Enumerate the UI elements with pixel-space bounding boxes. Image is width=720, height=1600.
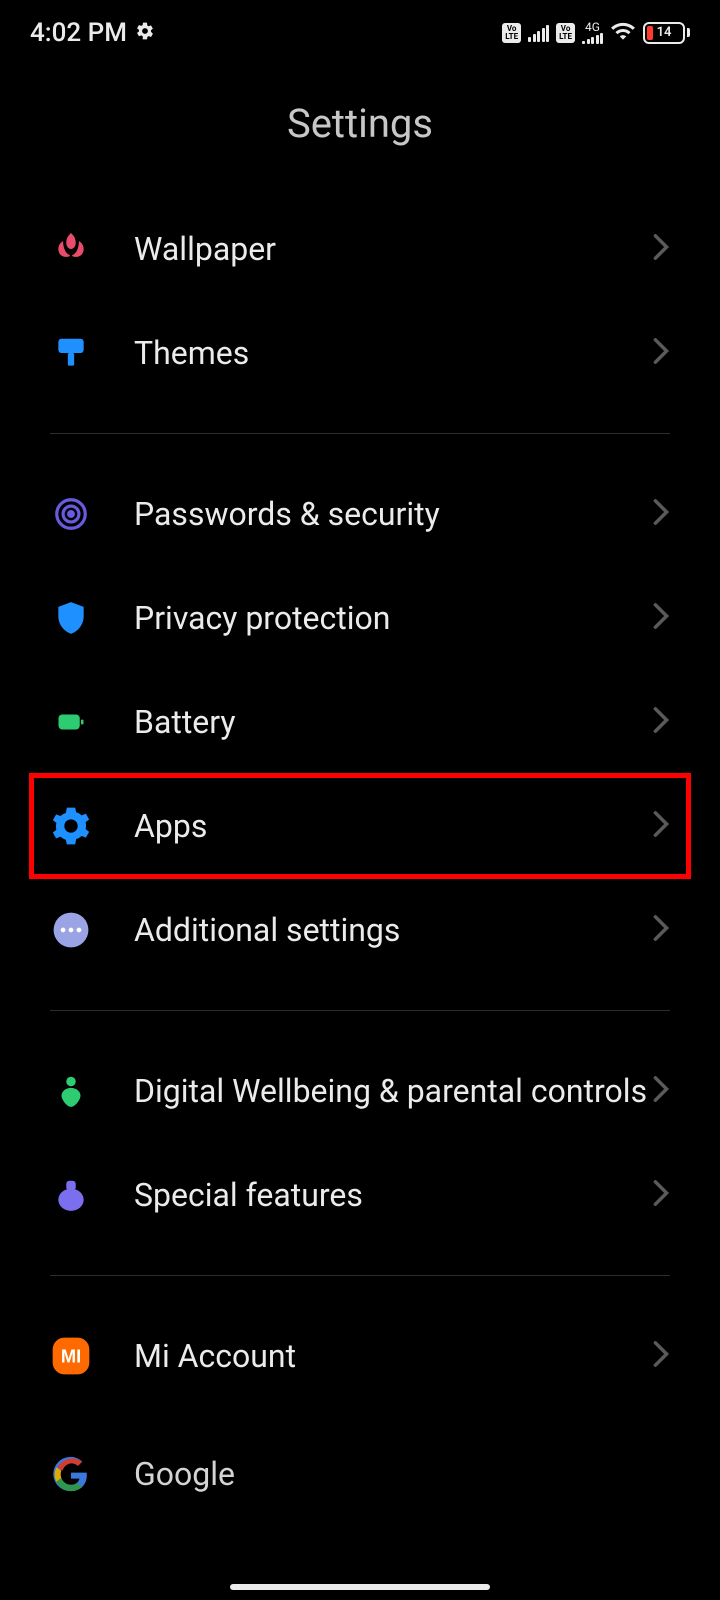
settings-group: Wallpaper Themes (0, 197, 720, 405)
item-label: Additional settings (134, 911, 652, 949)
item-label: Privacy protection (134, 599, 652, 637)
item-digital-wellbeing[interactable]: Digital Wellbeing & parental controls (0, 1039, 720, 1143)
item-label: Digital Wellbeing & parental controls (134, 1072, 652, 1110)
chevron-right-icon (652, 706, 670, 738)
chevron-right-icon (652, 810, 670, 842)
status-left: 4:02 PM (30, 18, 155, 48)
wifi-icon (610, 18, 636, 48)
signal-bars-icon (582, 32, 603, 44)
settings-group: MI Mi Account Google (0, 1304, 720, 1512)
chevron-right-icon (652, 337, 670, 369)
battery-icon: 14 (643, 22, 690, 44)
battery-icon (50, 701, 92, 743)
chevron-right-icon (652, 914, 670, 946)
item-label: Wallpaper (134, 230, 652, 268)
brush-icon (50, 332, 92, 374)
item-label: Battery (134, 703, 652, 741)
volte-icon: VoLTE (502, 23, 521, 43)
divider (50, 1275, 670, 1276)
item-google[interactable]: Google (0, 1408, 720, 1512)
item-additional-settings[interactable]: Additional settings (0, 878, 720, 982)
item-special-features[interactable]: Special features (0, 1143, 720, 1247)
svg-text:MI: MI (61, 1346, 81, 1367)
item-label: Google (134, 1455, 670, 1493)
fingerprint-icon (50, 493, 92, 535)
home-indicator[interactable] (230, 1584, 490, 1590)
settings-group: Digital Wellbeing & parental controls Sp… (0, 1039, 720, 1247)
page-header: Settings (0, 60, 720, 197)
google-logo-icon (50, 1453, 92, 1495)
shield-icon (50, 597, 92, 639)
person-heart-icon (50, 1070, 92, 1112)
item-label: Mi Account (134, 1337, 652, 1375)
item-passwords-security[interactable]: Passwords & security (0, 462, 720, 566)
item-mi-account[interactable]: MI Mi Account (0, 1304, 720, 1408)
mi-logo-icon: MI (50, 1335, 92, 1377)
status-bar: 4:02 PM VoLTE VoLTE 4G 14 (0, 0, 720, 60)
gear-icon (135, 18, 155, 48)
volte-icon: VoLTE (556, 23, 575, 43)
item-apps[interactable]: Apps (30, 774, 690, 878)
divider (50, 1010, 670, 1011)
divider (50, 433, 670, 434)
battery-percent: 14 (645, 25, 683, 40)
chevron-right-icon (652, 1179, 670, 1211)
item-label: Special features (134, 1176, 652, 1214)
item-themes[interactable]: Themes (0, 301, 720, 405)
chevron-right-icon (652, 1075, 670, 1107)
network-label: 4G (585, 22, 600, 32)
chevron-right-icon (652, 498, 670, 530)
chevron-right-icon (652, 233, 670, 265)
chevron-right-icon (652, 1340, 670, 1372)
flower-icon (50, 228, 92, 270)
item-label: Themes (134, 334, 652, 372)
item-battery[interactable]: Battery (0, 670, 720, 774)
item-label: Passwords & security (134, 495, 652, 533)
item-wallpaper[interactable]: Wallpaper (0, 197, 720, 301)
item-label: Apps (134, 807, 652, 845)
chevron-right-icon (652, 602, 670, 634)
page-title: Settings (0, 100, 720, 147)
item-privacy-protection[interactable]: Privacy protection (0, 566, 720, 670)
settings-group: Passwords & security Privacy protection … (0, 462, 720, 982)
status-right: VoLTE VoLTE 4G 14 (502, 18, 690, 48)
gear-icon (50, 805, 92, 847)
status-time: 4:02 PM (30, 18, 127, 48)
dots-icon (50, 909, 92, 951)
signal-bars-icon (528, 24, 549, 42)
flask-icon (50, 1174, 92, 1216)
